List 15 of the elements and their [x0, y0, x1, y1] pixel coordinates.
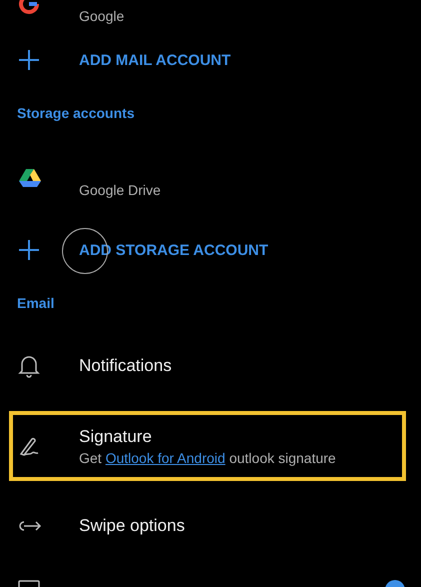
bell-icon: [18, 354, 40, 378]
plus-icon[interactable]: [18, 49, 40, 71]
setting-label[interactable]: Notifications: [79, 356, 172, 376]
account-type: Google Drive: [79, 182, 161, 198]
setting-label[interactable]: Signature: [79, 426, 336, 446]
add-account-link[interactable]: ADD MAIL ACCOUNT: [79, 52, 231, 68]
signature-description: Get Outlook for Android outlook signature: [79, 450, 336, 466]
swipe-arrow-icon: [18, 519, 42, 533]
plus-icon[interactable]: [18, 239, 40, 261]
account-type: Google: [79, 8, 124, 24]
setting-label[interactable]: Swipe options: [79, 516, 185, 536]
section-header: Storage accounts: [17, 105, 134, 121]
outlook-link[interactable]: Outlook for Android: [105, 450, 226, 466]
drive-icon: [18, 168, 42, 188]
section-header: Email: [17, 295, 54, 311]
